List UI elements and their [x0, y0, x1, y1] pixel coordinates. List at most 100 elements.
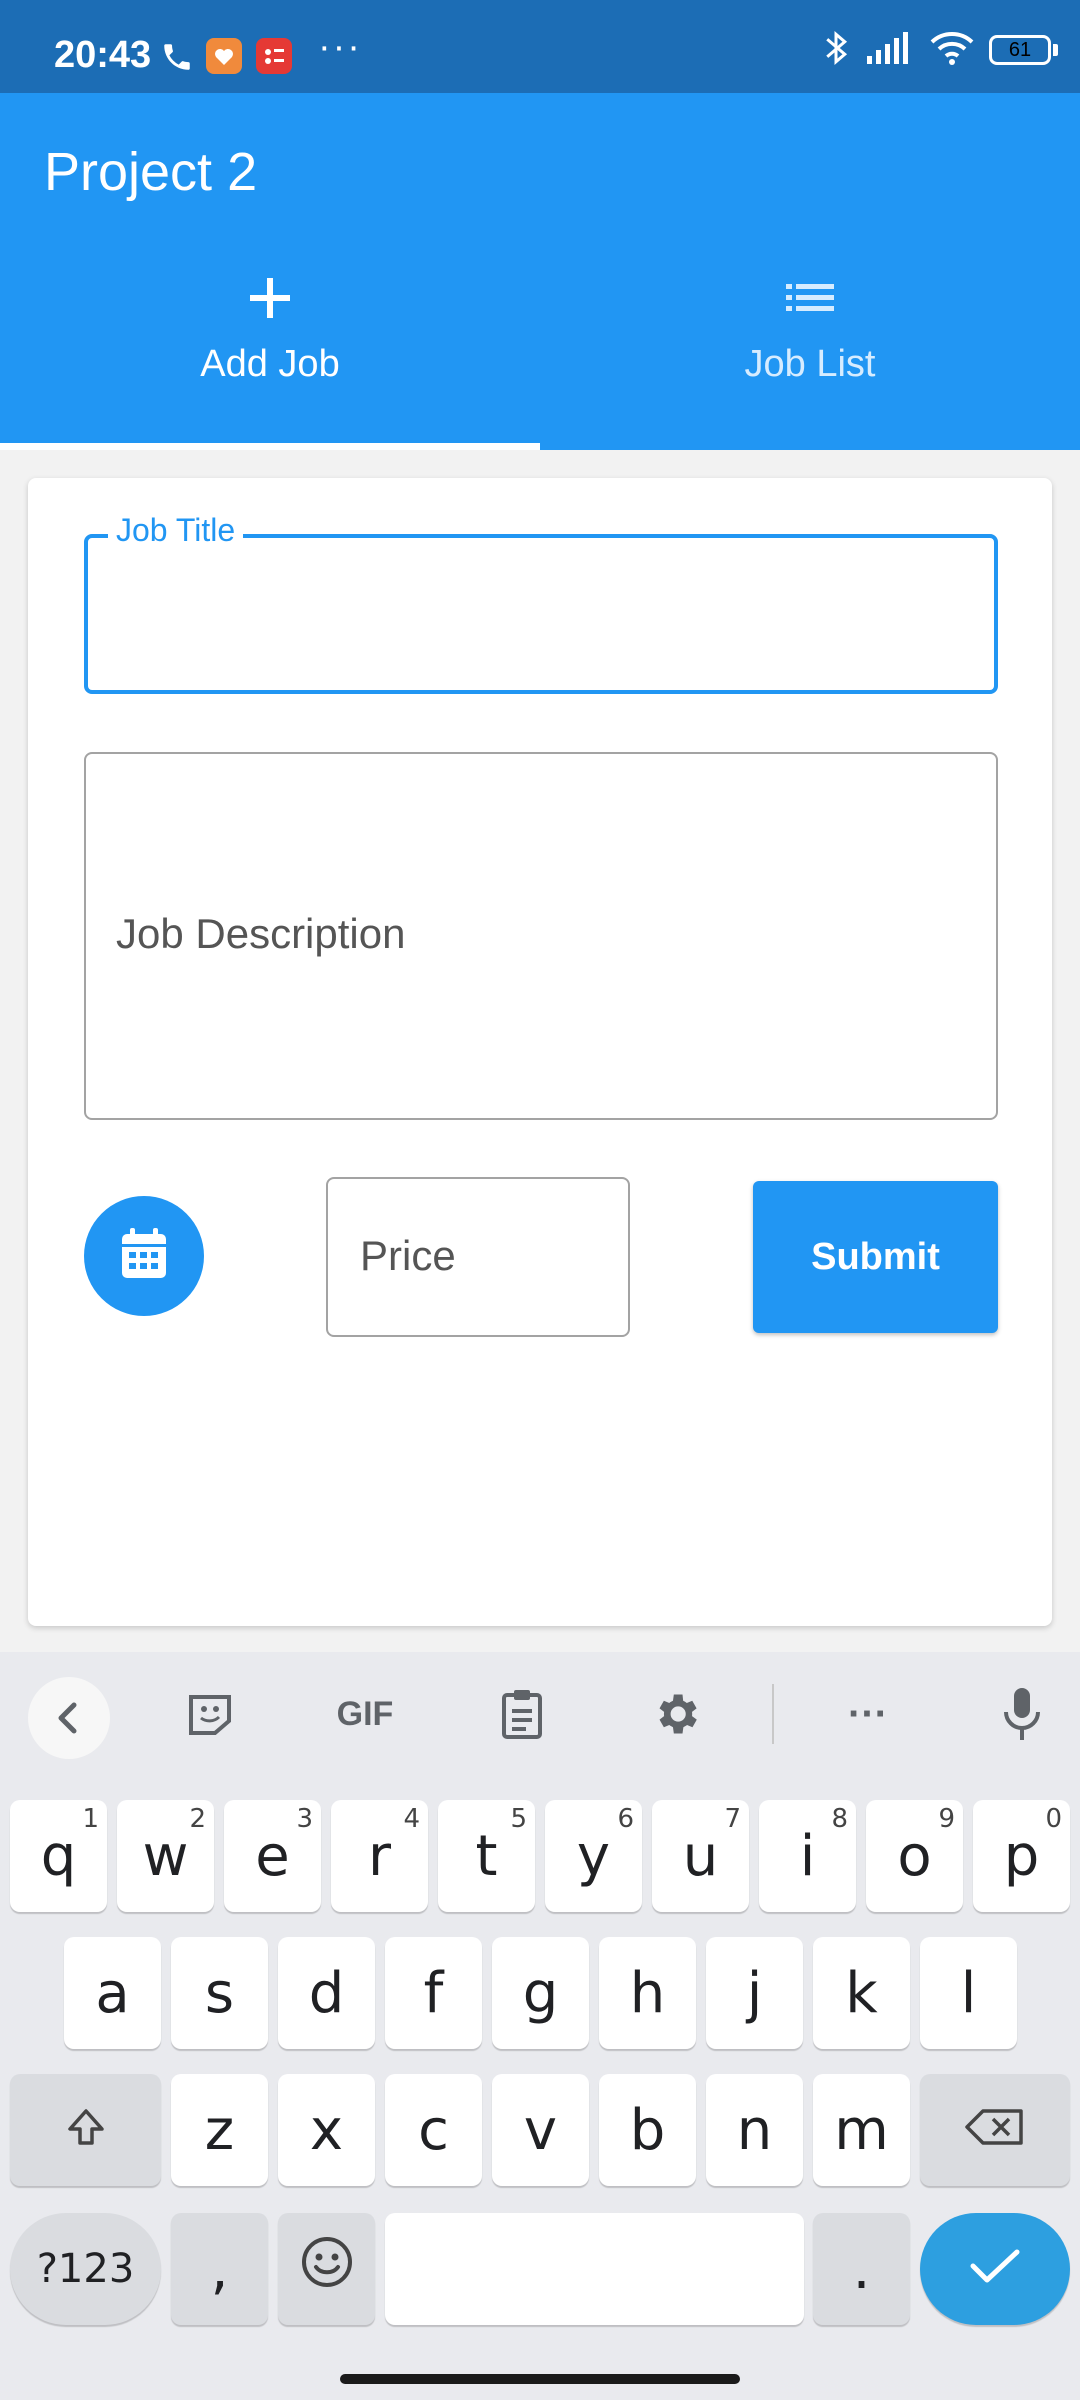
shift-icon: [64, 2098, 108, 2163]
navigation-handle[interactable]: [340, 2374, 740, 2384]
key-label: o: [897, 1823, 932, 1889]
job-title-input[interactable]: [84, 534, 998, 694]
key-hint: 7: [724, 1804, 741, 1834]
wifi-icon: [929, 30, 975, 71]
key-x[interactable]: x: [278, 2074, 375, 2186]
gif-button[interactable]: GIF: [325, 1684, 405, 1744]
key-label: f: [423, 1960, 444, 2026]
key-e[interactable]: e3: [224, 1800, 321, 1912]
key-l[interactable]: l: [920, 1937, 1017, 2049]
emoji-key[interactable]: [278, 2213, 375, 2325]
more-options-icon[interactable]: ···: [828, 1684, 908, 1744]
key-hint: 9: [938, 1804, 955, 1834]
battery-tip: [1053, 44, 1058, 56]
key-w[interactable]: w2: [117, 1800, 214, 1912]
key-p[interactable]: p0: [973, 1800, 1070, 1912]
key-label: q: [40, 1823, 77, 1889]
key-label: t: [475, 1823, 498, 1889]
tab-add-job-label: Add Job: [200, 343, 340, 385]
tab-add-job[interactable]: Add Job: [0, 268, 540, 443]
space-key[interactable]: [385, 2213, 804, 2325]
key-s[interactable]: s: [171, 1937, 268, 2049]
key-label: s: [204, 1960, 235, 2026]
key-r[interactable]: r4: [331, 1800, 428, 1912]
key-j[interactable]: j: [706, 1937, 803, 2049]
orange-app-icon: [206, 38, 242, 74]
keyboard-back-button[interactable]: [28, 1677, 110, 1759]
key-label: y: [576, 1823, 611, 1889]
key-label: l: [960, 1960, 977, 2026]
backspace-icon: [963, 2098, 1027, 2163]
key-hint: 0: [1045, 1804, 1062, 1834]
key-t[interactable]: t5: [438, 1800, 535, 1912]
enter-key[interactable]: [920, 2213, 1070, 2325]
key-m[interactable]: m: [813, 2074, 910, 2186]
key-y[interactable]: y6: [545, 1800, 642, 1912]
key-label: r: [367, 1823, 392, 1889]
list-icon: [780, 268, 840, 328]
key-label: d: [308, 1960, 345, 2026]
job-title-label: Job Title: [108, 512, 244, 549]
emoji-icon: [299, 2234, 355, 2304]
key-label: c: [418, 2097, 449, 2163]
phone-icon: [160, 40, 196, 76]
key-h[interactable]: h: [599, 1937, 696, 2049]
key-f[interactable]: f: [385, 1937, 482, 2049]
battery-icon: 61: [989, 35, 1051, 65]
key-label: w: [142, 1823, 189, 1889]
key-g[interactable]: g: [492, 1937, 589, 2049]
key-q[interactable]: q1: [10, 1800, 107, 1912]
key-c[interactable]: c: [385, 2074, 482, 2186]
key-hint: 5: [510, 1804, 527, 1834]
key-v[interactable]: v: [492, 2074, 589, 2186]
key-label: z: [204, 2097, 235, 2163]
period-key[interactable]: .: [813, 2213, 910, 2325]
key-label: u: [682, 1823, 719, 1889]
tab-job-list-label: Job List: [744, 343, 876, 385]
key-hint: 6: [617, 1804, 634, 1834]
key-label: b: [629, 2097, 666, 2163]
key-label: h: [629, 1960, 666, 2026]
key-k[interactable]: k: [813, 1937, 910, 2049]
app-bar: Project 2 Add Job Job List: [0, 93, 1080, 450]
key-b[interactable]: b: [599, 2074, 696, 2186]
key-label: k: [845, 1960, 878, 2026]
bluetooth-icon: [821, 28, 851, 73]
key-label: m: [834, 2097, 889, 2163]
key-label: x: [309, 2097, 344, 2163]
app-title: Project 2: [44, 142, 258, 202]
calendar-icon: [118, 1226, 170, 1287]
tab-job-list[interactable]: Job List: [540, 268, 1080, 443]
key-label: p: [1003, 1823, 1040, 1889]
backspace-key[interactable]: [920, 2074, 1070, 2186]
key-i[interactable]: i8: [759, 1800, 856, 1912]
red-app-icon: [256, 38, 292, 74]
key-hint: 4: [403, 1804, 420, 1834]
settings-gear-icon[interactable]: [646, 1684, 706, 1744]
key-hint: 8: [831, 1804, 848, 1834]
key-n[interactable]: n: [706, 2074, 803, 2186]
key-o[interactable]: o9: [866, 1800, 963, 1912]
plus-icon: [240, 268, 300, 328]
key-label: e: [255, 1823, 290, 1889]
job-description-placeholder: Job Description: [116, 910, 406, 957]
key-u[interactable]: u7: [652, 1800, 749, 1912]
calendar-button[interactable]: [84, 1196, 204, 1316]
key-z[interactable]: z: [171, 2074, 268, 2186]
sticker-icon[interactable]: [180, 1684, 240, 1744]
key-d[interactable]: d: [278, 1937, 375, 2049]
key-a[interactable]: a: [64, 1937, 161, 2049]
key-hint: 3: [296, 1804, 313, 1834]
tab-indicator: [0, 443, 540, 450]
shift-key[interactable]: [10, 2074, 161, 2186]
battery-level: 61: [1008, 38, 1032, 61]
status-icons: 61: [821, 30, 1058, 70]
microphone-icon[interactable]: [992, 1684, 1052, 1744]
submit-button[interactable]: Submit: [753, 1181, 998, 1333]
comma-key[interactable]: ,: [171, 2213, 268, 2325]
price-placeholder: Price: [360, 1232, 456, 1279]
key-label: v: [523, 2097, 558, 2163]
more-notifications-icon: ···: [318, 26, 362, 68]
clipboard-icon[interactable]: [492, 1684, 552, 1744]
symbols-key[interactable]: ?123: [10, 2213, 161, 2325]
